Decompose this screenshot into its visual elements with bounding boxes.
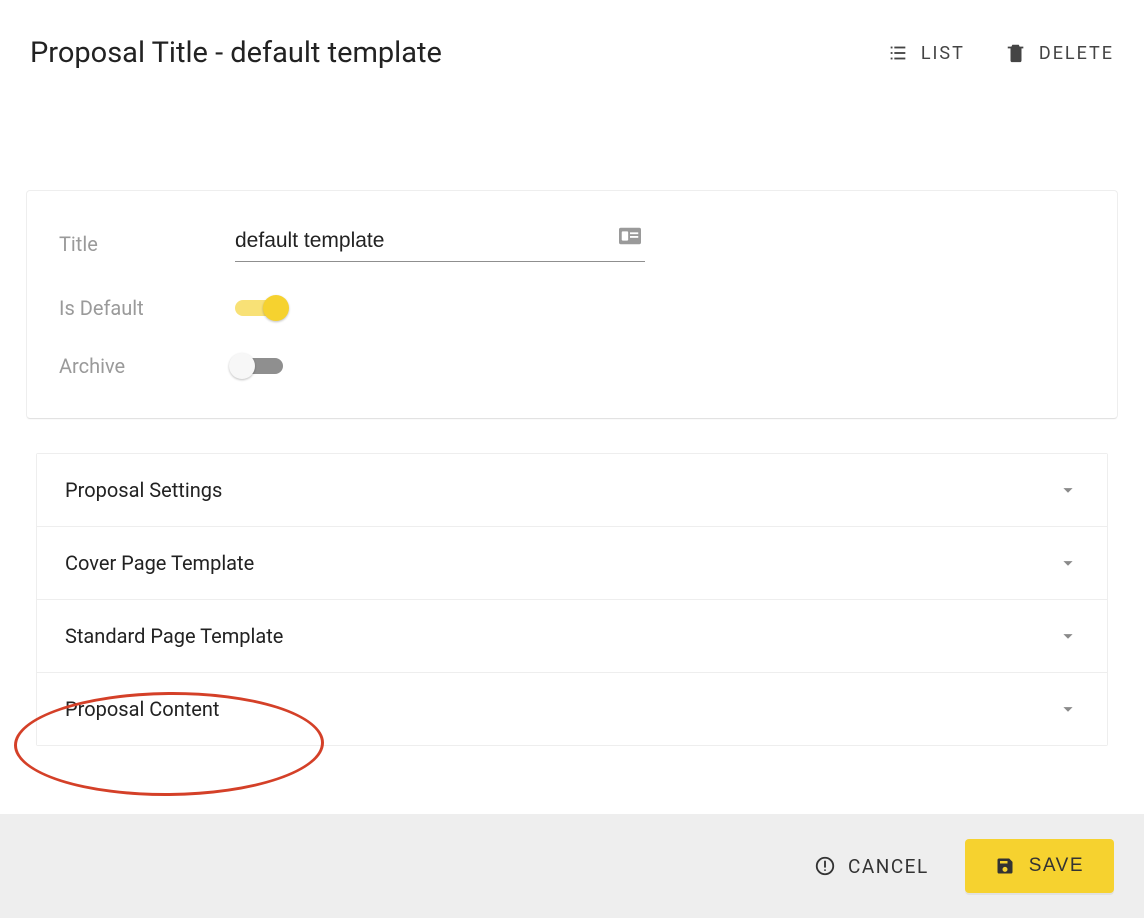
panel-label: Cover Page Template — [65, 551, 254, 575]
chevron-down-icon — [1057, 698, 1079, 720]
title-label: Title — [59, 232, 235, 256]
list-icon — [887, 42, 909, 64]
accordion-panels: Proposal Settings Cover Page Template St… — [36, 453, 1108, 746]
panel-proposal-settings[interactable]: Proposal Settings — [37, 454, 1107, 527]
title-row: Title — [59, 225, 1085, 262]
id-card-icon — [619, 227, 641, 245]
page-header: Proposal Title - default template LIST D… — [0, 0, 1144, 90]
delete-label: DELETE — [1039, 43, 1114, 64]
chevron-down-icon — [1057, 552, 1079, 574]
save-icon — [995, 856, 1015, 876]
list-label: LIST — [921, 43, 965, 64]
trash-icon — [1005, 42, 1027, 64]
title-input[interactable] — [235, 225, 645, 262]
footer-bar: CANCEL SAVE — [0, 814, 1144, 918]
toggle-knob — [229, 353, 255, 379]
is-default-row: Is Default — [59, 296, 1085, 320]
alert-circle-icon — [814, 855, 836, 877]
is-default-label: Is Default — [59, 296, 235, 320]
chevron-down-icon — [1057, 479, 1079, 501]
form-card: Title Is Default Archive — [26, 190, 1118, 419]
chevron-down-icon — [1057, 625, 1079, 647]
save-label: SAVE — [1029, 855, 1084, 877]
delete-button[interactable]: DELETE — [1005, 42, 1114, 64]
is-default-toggle[interactable] — [235, 300, 283, 316]
header-actions: LIST DELETE — [887, 42, 1114, 64]
title-field-wrap — [235, 225, 645, 262]
cancel-label: CANCEL — [848, 855, 929, 878]
page-title: Proposal Title - default template — [30, 36, 442, 70]
cancel-button[interactable]: CANCEL — [814, 855, 929, 878]
list-button[interactable]: LIST — [887, 42, 965, 64]
archive-label: Archive — [59, 354, 235, 378]
panel-proposal-content[interactable]: Proposal Content — [37, 673, 1107, 745]
panel-label: Standard Page Template — [65, 624, 283, 648]
save-button[interactable]: SAVE — [965, 839, 1114, 893]
toggle-knob — [263, 295, 289, 321]
panel-standard-page-template[interactable]: Standard Page Template — [37, 600, 1107, 673]
panel-label: Proposal Content — [65, 697, 219, 721]
panel-cover-page-template[interactable]: Cover Page Template — [37, 527, 1107, 600]
archive-row: Archive — [59, 354, 1085, 378]
panel-label: Proposal Settings — [65, 478, 222, 502]
archive-toggle[interactable] — [235, 358, 283, 374]
